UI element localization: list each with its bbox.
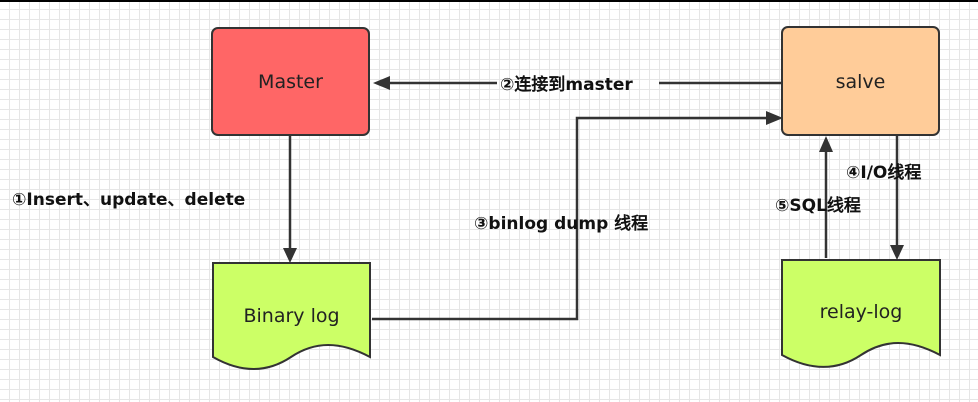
master-node[interactable]: Master	[211, 27, 370, 136]
step2-label: ②连接到master	[500, 74, 633, 95]
edge-master-to-binary-log	[283, 135, 297, 263]
edge-salve-to-relay-log	[890, 135, 904, 260]
relay-log-node[interactable]: relay-log	[781, 259, 941, 368]
relay-log-label: relay-log	[820, 301, 903, 323]
replication-diagram: Master salve Binary log relay-log ①Inser…	[12, 26, 941, 370]
step5-label: ⑤SQL线程	[775, 195, 861, 216]
step4-label: ④I/O线程	[846, 162, 921, 183]
master-label: Master	[258, 71, 323, 93]
step3-label: ③binlog dump 线程	[474, 213, 648, 234]
binary-log-node[interactable]: Binary log	[212, 262, 371, 370]
salve-node[interactable]: salve	[781, 26, 940, 136]
salve-label: salve	[836, 71, 886, 93]
step1-label: ①Insert、update、delete	[12, 190, 245, 210]
binary-log-label: Binary log	[243, 305, 339, 327]
